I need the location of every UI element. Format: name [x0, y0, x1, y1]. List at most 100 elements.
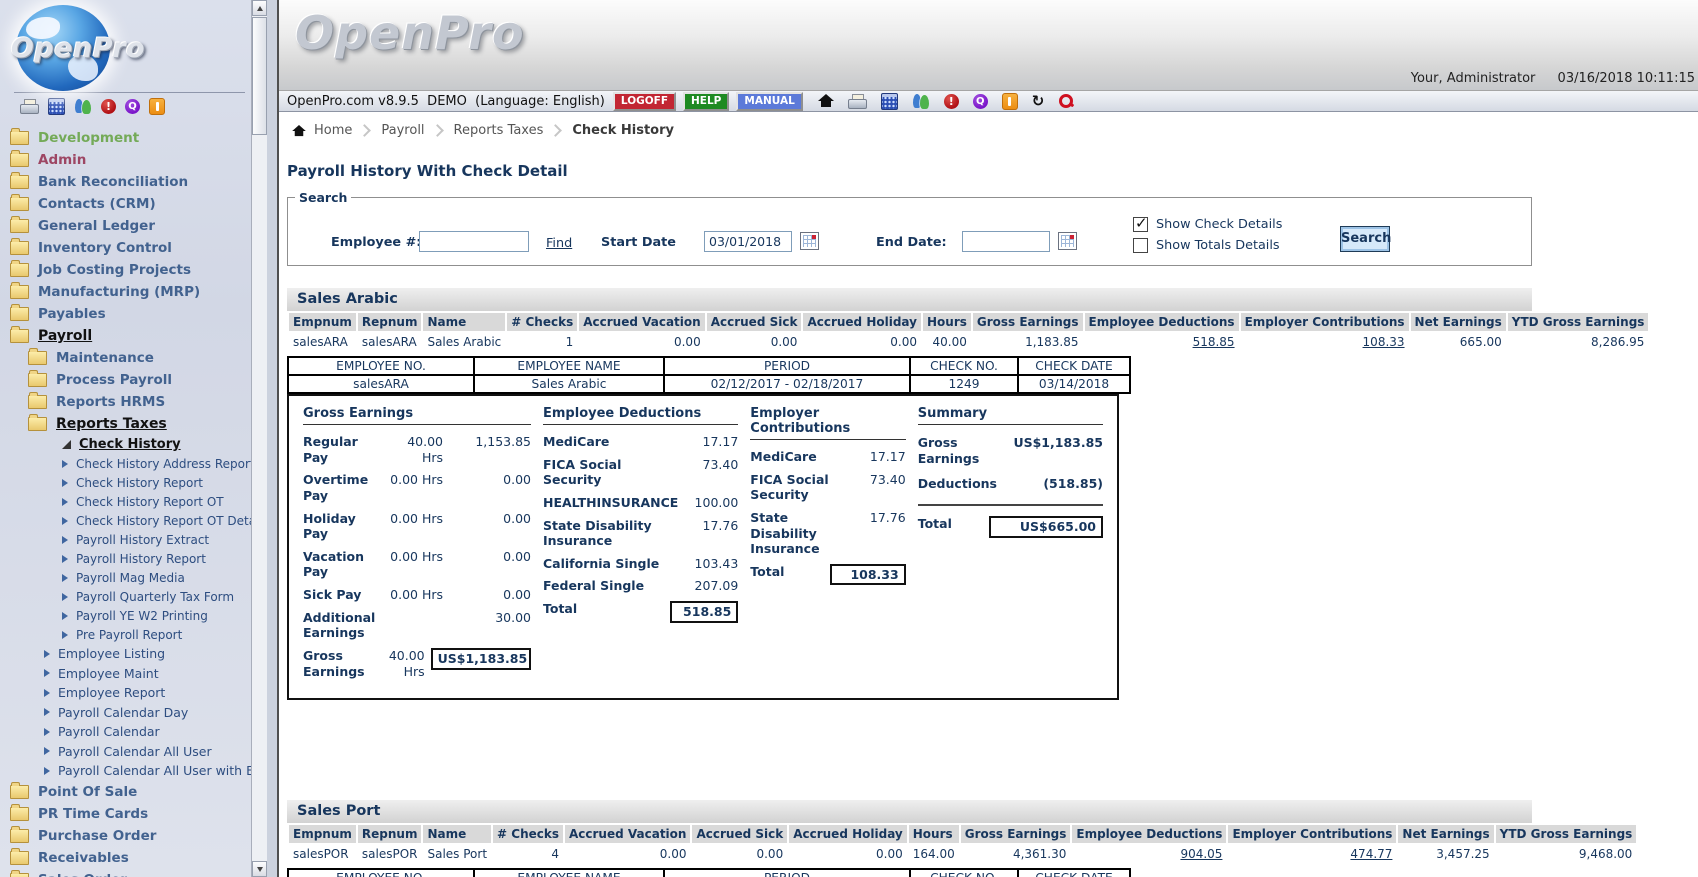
sidebar-report-item[interactable]: Payroll Quarterly Tax Form — [0, 587, 251, 606]
item-label: Payroll Calendar All User — [58, 744, 212, 759]
users-icon[interactable] — [912, 94, 930, 109]
find-link[interactable]: Find — [546, 236, 572, 251]
print-icon[interactable] — [848, 94, 867, 109]
sidebar-module-item[interactable]: Point Of Sale — [0, 781, 251, 803]
breadcrumb-item[interactable]: Home — [314, 123, 352, 138]
search-icon[interactable] — [1058, 93, 1074, 109]
refresh-icon[interactable] — [1032, 94, 1045, 109]
folder-icon — [10, 785, 29, 799]
show-check-details-checkbox[interactable] — [1133, 217, 1148, 232]
toolbar: OpenPro.com v8.9.5 DEMO (Language: Engli… — [279, 91, 1698, 112]
detail-heading: Employee Deductions — [543, 406, 738, 425]
sidebar-module-item[interactable]: Job Costing Projects — [0, 259, 251, 281]
alert-icon[interactable] — [944, 94, 959, 109]
sidebar-module-item[interactable]: Inventory Control — [0, 237, 251, 259]
toolbar-button[interactable]: MANUAL — [736, 92, 802, 111]
breadcrumb-item[interactable]: Check History — [543, 123, 674, 138]
summary-col-header: Net Earnings — [1398, 825, 1493, 843]
sidebar-submodule-item[interactable]: Maintenance — [0, 347, 251, 369]
cell-empnum: salesPOR — [289, 845, 356, 863]
breadcrumb-item[interactable]: Reports Taxes — [425, 123, 544, 138]
tree-arrow-icon — [62, 440, 71, 449]
user-name: Your, Administrator — [1411, 71, 1536, 86]
sidebar-nav: Development Admin Bank Reconciliation Co… — [0, 120, 251, 877]
sidebar-module-item[interactable]: Contacts (CRM) — [0, 193, 251, 215]
folder-icon — [10, 263, 29, 277]
sidebar-payroll-item[interactable]: Payroll Calendar All User with Edit Even… — [0, 761, 251, 781]
sidebar-submodule-item[interactable]: Process Payroll — [0, 369, 251, 391]
sidebar-module-item[interactable]: Development — [0, 127, 251, 149]
breadcrumb-item[interactable]: Payroll — [352, 123, 424, 138]
sidebar-payroll-item[interactable]: Payroll Calendar Day — [0, 703, 251, 723]
summary-col-header: Repnum — [358, 825, 422, 843]
end-date-input[interactable] — [962, 231, 1050, 252]
sidebar-payroll-item[interactable]: Payroll Calendar All User — [0, 742, 251, 762]
employer-contributions-link[interactable]: 108.33 — [1363, 335, 1405, 349]
sidebar-module-item[interactable]: Bank Reconciliation — [0, 171, 251, 193]
sidebar-module-item[interactable]: General Ledger — [0, 215, 251, 237]
sidebar-report-item[interactable]: Payroll YE W2 Printing — [0, 606, 251, 625]
sidebar-report-item[interactable]: Check History Report OT Details — [0, 511, 251, 530]
employee-deductions-link[interactable]: 518.85 — [1193, 335, 1235, 349]
sidebar-report-item[interactable]: Payroll History Report — [0, 549, 251, 568]
scroll-up-button[interactable] — [252, 0, 267, 16]
sidebar-submodule-item[interactable]: Reports HRMS — [0, 391, 251, 413]
toolbar-button[interactable]: LOGOFF — [613, 92, 676, 111]
sidebar-report-item[interactable]: Check History — [0, 435, 251, 454]
detail-label: California Single — [543, 556, 678, 572]
sidebar-module-item[interactable]: Payables — [0, 303, 251, 325]
sidebar-payroll-item[interactable]: Employee Report — [0, 683, 251, 703]
show-totals-details-checkbox[interactable] — [1133, 238, 1148, 253]
sidebar-payroll-item[interactable]: Payroll Calendar — [0, 722, 251, 742]
summary-col-header: Employer Contributions — [1241, 313, 1409, 331]
sidebar-submodule-reports-taxes[interactable]: Reports Taxes — [0, 413, 251, 435]
sidebar-report-item[interactable]: Payroll Mag Media — [0, 568, 251, 587]
show-check-details-option: Show Check Details — [1133, 217, 1282, 232]
tree-arrow-icon — [44, 767, 50, 775]
sidebar-scrollbar[interactable] — [251, 0, 267, 877]
employee-deductions-link[interactable]: 904.05 — [1180, 847, 1222, 861]
calculator-icon[interactable] — [881, 93, 898, 110]
start-date-calendar-icon[interactable] — [800, 232, 819, 250]
sidebar-module-item[interactable]: Receivables — [0, 847, 251, 869]
cell-ytd-gross-earnings: 8,286.95 — [1508, 333, 1649, 351]
users-icon[interactable] — [74, 99, 92, 114]
check-col-header: CHECK NO. — [910, 869, 1018, 877]
sidebar-report-item[interactable]: Pre Payroll Report — [0, 625, 251, 644]
detail-row: State Disability Insurance 17.76 — [543, 518, 738, 549]
summary-col-header: Accrued Holiday — [789, 825, 907, 843]
sidebar-module-item[interactable]: PR Time Cards — [0, 803, 251, 825]
sidebar-report-item[interactable]: Check History Address Report — [0, 454, 251, 473]
sidebar-report-item[interactable]: Check History Report — [0, 473, 251, 492]
home-icon[interactable] — [818, 94, 834, 108]
sidebar-module-item[interactable]: Manufacturing (MRP) — [0, 281, 251, 303]
quick-q-icon[interactable] — [973, 94, 988, 109]
end-date-calendar-icon[interactable] — [1058, 232, 1077, 250]
folder-icon — [28, 351, 47, 365]
calculator-icon[interactable] — [48, 98, 65, 115]
scroll-down-button[interactable] — [252, 861, 267, 877]
employee-number-input[interactable] — [419, 231, 529, 252]
sidebar-payroll-item[interactable]: Employee Listing — [0, 644, 251, 664]
scrollbar-thumb[interactable] — [252, 17, 267, 135]
breadcrumb-home-icon[interactable] — [292, 125, 306, 137]
sidebar-report-item[interactable]: Check History Report OT — [0, 492, 251, 511]
info-icon[interactable] — [1002, 93, 1018, 110]
cell-name: Sales Port — [423, 845, 491, 863]
sidebar-module-item[interactable]: Sales Order — [0, 869, 251, 877]
toolbar-button[interactable]: HELP — [683, 92, 729, 111]
start-date-input[interactable] — [704, 231, 792, 252]
alert-icon[interactable] — [101, 99, 116, 114]
employer-contributions-link[interactable]: 474.77 — [1350, 847, 1392, 861]
sidebar-report-item[interactable]: Payroll History Extract — [0, 530, 251, 549]
search-button[interactable]: Search — [1340, 226, 1390, 252]
report-label: Check History Address Report — [76, 457, 255, 471]
sidebar-module-payroll[interactable]: Payroll — [0, 325, 251, 347]
sidebar-module-item[interactable]: Purchase Order — [0, 825, 251, 847]
sidebar-module-item[interactable]: Admin — [0, 149, 251, 171]
module-label: Admin — [38, 152, 86, 168]
sidebar-payroll-item[interactable]: Employee Maint — [0, 664, 251, 684]
print-icon[interactable] — [20, 99, 39, 114]
info-icon[interactable] — [149, 98, 165, 115]
quick-q-icon[interactable] — [125, 99, 140, 114]
